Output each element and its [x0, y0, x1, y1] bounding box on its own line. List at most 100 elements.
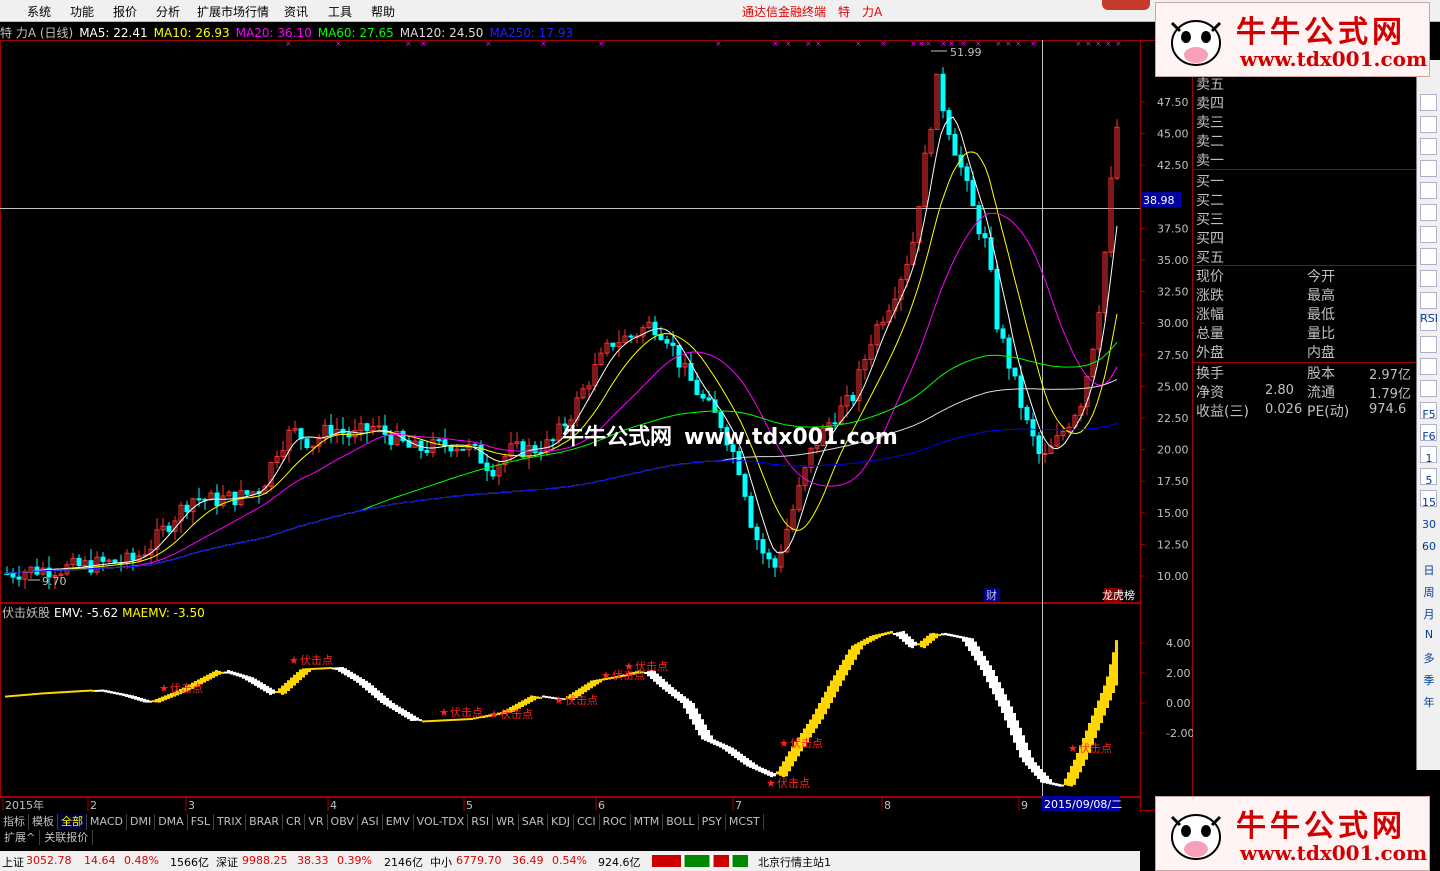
- candle-body: [748, 495, 754, 528]
- toolbar-period-N[interactable]: N: [1417, 628, 1440, 641]
- toolbar-chart-icon[interactable]: [1420, 138, 1437, 155]
- price-tick-label: 20.00: [1157, 444, 1189, 457]
- tab-extra[interactable]: 关联报价: [40, 830, 94, 845]
- toolbar-chart-icon[interactable]: [1420, 270, 1437, 287]
- emv-band-segment: [743, 755, 746, 765]
- emv-band-segment: [881, 633, 884, 637]
- tab-psy[interactable]: PSY: [698, 814, 726, 830]
- emv-band-segment: [113, 691, 116, 695]
- toolbar-period-F5[interactable]: F5: [1417, 408, 1440, 421]
- toolbar-period-月[interactable]: 月: [1417, 606, 1440, 622]
- tab-boll[interactable]: BOLL: [663, 814, 699, 830]
- menu-function[interactable]: 功能: [70, 3, 94, 20]
- tab-vol-tdx[interactable]: VOL-TDX: [413, 814, 469, 830]
- menu-tools[interactable]: 工具: [328, 3, 352, 20]
- server-name[interactable]: 北京行情主站1: [758, 854, 831, 870]
- cow-logo-icon: [1170, 814, 1222, 860]
- tab-trix[interactable]: TRIX: [213, 814, 247, 830]
- tab-mcst[interactable]: MCST: [725, 814, 764, 830]
- emv-band-segment: [1040, 769, 1043, 783]
- emv-band-segment: [839, 664, 842, 687]
- tab-模板[interactable]: 模板: [29, 814, 58, 830]
- emv-band-segment: [749, 760, 752, 768]
- tab-macd[interactable]: MACD: [87, 814, 127, 830]
- tab-obv[interactable]: OBV: [327, 814, 358, 830]
- finance-mark[interactable]: 财: [986, 588, 997, 602]
- emv-band-segment: [56, 691, 59, 694]
- emv-band-segment: [446, 719, 449, 722]
- toolbar-period-60[interactable]: 60: [1417, 540, 1440, 553]
- time-label: 9: [1021, 799, 1028, 811]
- toolbar-period-季[interactable]: 季: [1417, 672, 1440, 688]
- toolbar-period-日[interactable]: 日: [1417, 562, 1440, 578]
- toolbar-chart-icon[interactable]: [1420, 204, 1437, 221]
- toolbar-chart-icon[interactable]: [1420, 94, 1437, 111]
- extra-tabs: 扩展^ 关联报价: [0, 830, 94, 846]
- toolbar-period-30[interactable]: 30: [1417, 518, 1440, 531]
- tab-vr[interactable]: VR: [305, 814, 328, 830]
- close-button[interactable]: [1102, 0, 1150, 10]
- tab-dma[interactable]: DMA: [155, 814, 188, 830]
- emv-band-segment: [755, 764, 758, 771]
- toolbar-chart-icon[interactable]: [1420, 358, 1437, 375]
- emv-band-segment: [980, 651, 983, 670]
- time-label: 2: [90, 799, 97, 811]
- menu-help[interactable]: 帮助: [371, 3, 395, 20]
- toolbar-chart-icon[interactable]: [1420, 160, 1437, 177]
- toolbar-period-1[interactable]: 1: [1417, 452, 1440, 465]
- tab-roc[interactable]: ROC: [599, 814, 631, 830]
- tab-wr[interactable]: WR: [493, 814, 519, 830]
- emv-band-segment: [284, 682, 287, 694]
- dragon-tiger-mark[interactable]: 龙虎榜: [1102, 588, 1135, 602]
- toolbar-chart-icon[interactable]: [1420, 292, 1437, 309]
- tab-asi[interactable]: ASI: [357, 814, 383, 830]
- emv-band-segment: [824, 691, 827, 715]
- toolbar-period-15[interactable]: 15: [1417, 496, 1440, 509]
- menu-system[interactable]: 系统: [27, 3, 51, 20]
- emv-band-segment: [296, 672, 299, 683]
- tab-kdj[interactable]: KDJ: [548, 814, 574, 830]
- menu-info[interactable]: 资讯: [284, 3, 308, 20]
- price-tick-label: 22.50: [1157, 412, 1189, 425]
- toolbar-chart-icon[interactable]: [1420, 380, 1437, 397]
- tab-dmi[interactable]: DMI: [126, 814, 156, 830]
- toolbar-chart-icon[interactable]: [1420, 226, 1437, 243]
- toolbar-period-RSI[interactable]: RSI: [1417, 312, 1440, 325]
- tab-rsi[interactable]: RSI: [468, 814, 494, 830]
- menu-quote[interactable]: 报价: [113, 3, 137, 20]
- tab-brar[interactable]: BRAR: [246, 814, 284, 830]
- toolbar-period-周[interactable]: 周: [1417, 584, 1440, 600]
- tab-cci[interactable]: CCI: [573, 814, 600, 830]
- tab-cr[interactable]: CR: [283, 814, 306, 830]
- toolbar-period-年[interactable]: 年: [1417, 694, 1440, 710]
- toolbar-chart-icon[interactable]: [1420, 116, 1437, 133]
- tab-指标[interactable]: 指标: [0, 814, 29, 830]
- price-tick-label: 17.50: [1157, 475, 1189, 488]
- stat-label-left: 涨跌: [1196, 288, 1224, 304]
- emv-band-segment: [1016, 720, 1019, 751]
- tab-fsl[interactable]: FSL: [187, 814, 214, 830]
- candle-body: [628, 335, 634, 338]
- tab-extra[interactable]: 扩展^: [0, 830, 41, 845]
- tab-sar[interactable]: SAR: [518, 814, 549, 830]
- toolbar-period-多[interactable]: 多: [1417, 650, 1440, 666]
- toolbar-chart-icon[interactable]: [1420, 182, 1437, 199]
- toolbar-period-5[interactable]: 5: [1417, 474, 1440, 487]
- toolbar-chart-icon[interactable]: [1420, 248, 1437, 265]
- emv-axis-group: 4.00 2.00 0.00 -2.00: [1140, 637, 1193, 740]
- tab-全部[interactable]: 全部: [58, 814, 87, 830]
- fin-value-2: 974.6: [1369, 402, 1407, 417]
- toolbar-chart-icon[interactable]: [1420, 336, 1437, 353]
- menu-ext-market[interactable]: 扩展市场行情: [197, 3, 269, 20]
- emv-band-segment: [899, 631, 902, 640]
- toolbar-period-F6[interactable]: F6: [1417, 430, 1440, 443]
- menu-analysis[interactable]: 分析: [156, 3, 180, 20]
- emv-band-segment: [581, 686, 584, 695]
- tab-mtm[interactable]: MTM: [630, 814, 664, 830]
- emv-band-segment: [1115, 640, 1118, 686]
- tab-emv[interactable]: EMV: [382, 814, 414, 830]
- fin-value: 2.80: [1265, 383, 1294, 398]
- buy-level-label: 买四: [1196, 231, 1224, 247]
- emv-band-segment: [764, 769, 767, 775]
- emv-band-segment: [5, 695, 8, 698]
